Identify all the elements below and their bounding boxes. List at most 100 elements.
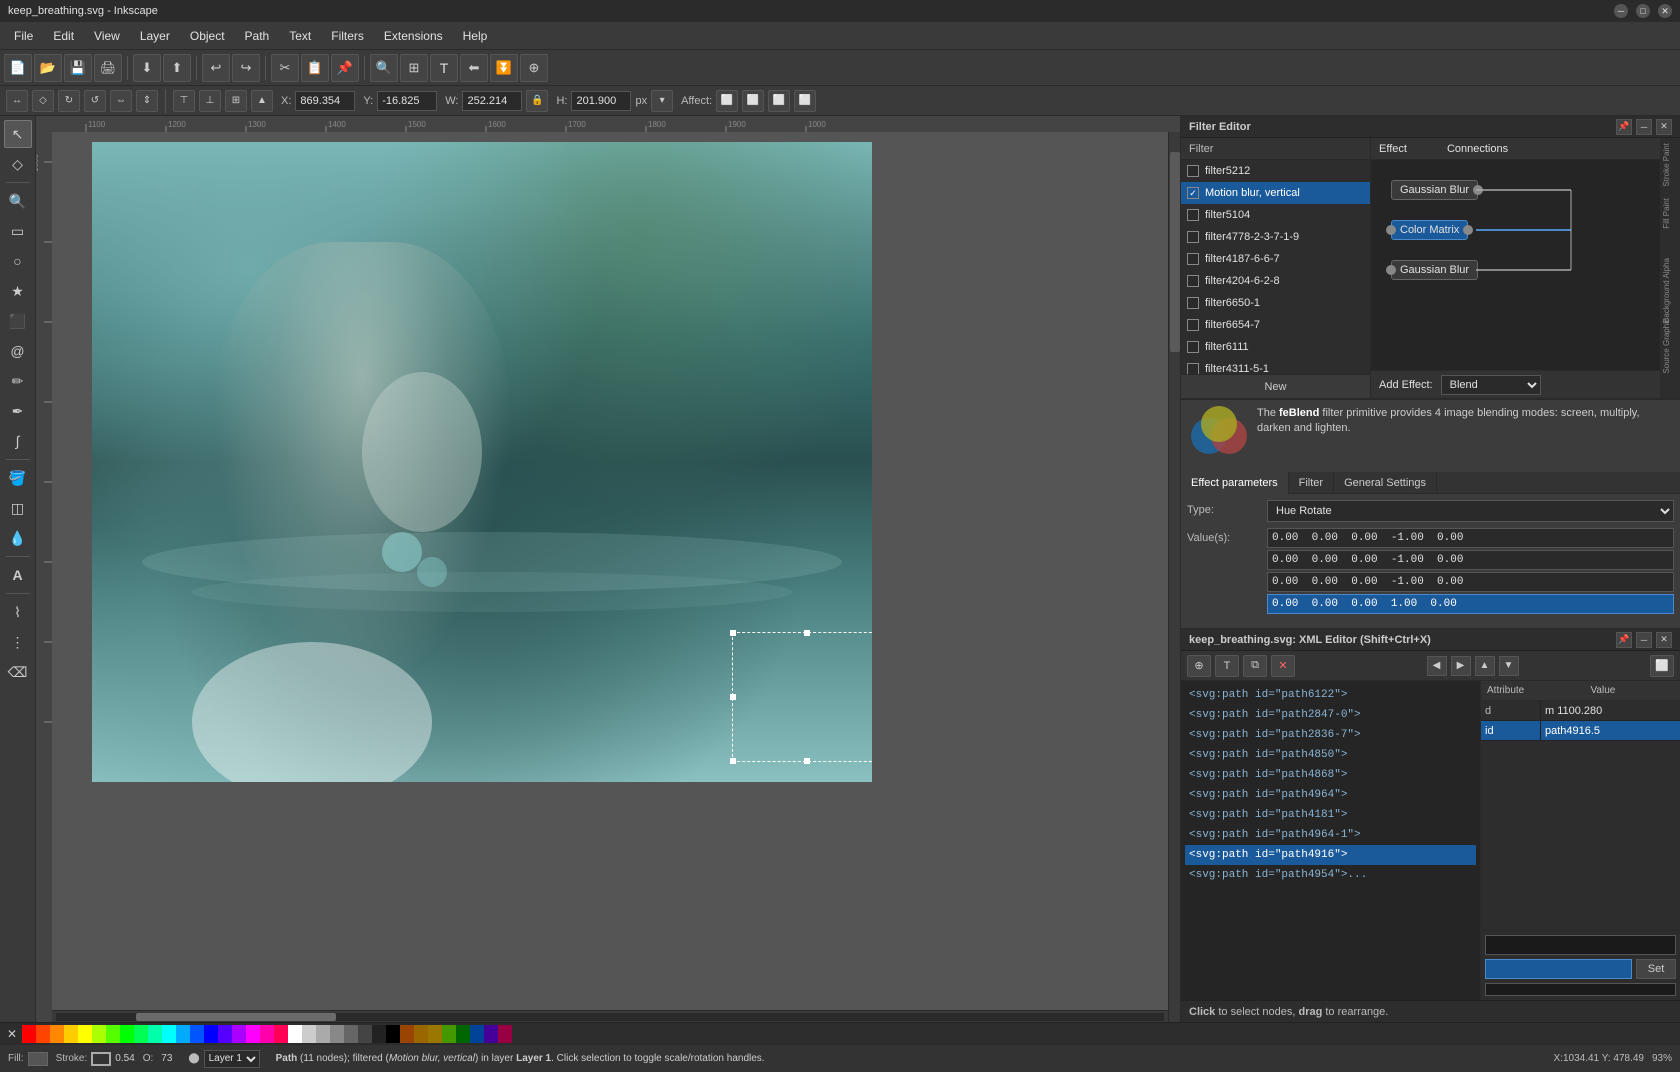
layer-select[interactable]: Layer 1	[204, 1050, 260, 1068]
xml-node[interactable]: <svg:path id="path4181">	[1185, 805, 1476, 825]
h-input[interactable]	[571, 91, 631, 111]
gradient-tool[interactable]: ◫	[4, 494, 32, 522]
palette-swatch[interactable]	[246, 1025, 260, 1043]
xml-delete-btn[interactable]: ✕	[1271, 655, 1295, 677]
palette-swatch[interactable]	[498, 1025, 512, 1043]
align-left-btn[interactable]: ⬅	[460, 54, 488, 82]
affect-btn3[interactable]: ⬜	[768, 90, 790, 112]
menu-filters[interactable]: Filters	[321, 26, 374, 46]
connector-tool[interactable]: ⌇	[4, 598, 32, 626]
filter-list-item[interactable]: filter6654-7	[1181, 314, 1370, 336]
unit-dropdown-btn[interactable]: ▾	[651, 90, 673, 112]
filter-editor-pin[interactable]: 📌	[1616, 119, 1632, 135]
calligraphy-tool[interactable]: ∫	[4, 427, 32, 455]
xml-duplicate-btn[interactable]: ⧉	[1243, 655, 1267, 677]
snap-btn[interactable]: ⊕	[520, 54, 548, 82]
palette-swatch[interactable]	[288, 1025, 302, 1043]
h-scrollbar[interactable]	[52, 1010, 1168, 1022]
xml-node[interactable]: <svg:path id="path4964">	[1185, 785, 1476, 805]
xml-new-text-btn[interactable]: T	[1215, 655, 1239, 677]
xml-text-area[interactable]	[1485, 983, 1676, 996]
rotate-ccw-btn[interactable]: ↺	[84, 90, 106, 112]
effect-node-gaussian2[interactable]: Gaussian Blur	[1391, 260, 1478, 280]
xml-val-input[interactable]	[1485, 959, 1632, 979]
tab-effect-parameters[interactable]: Effect parameters	[1181, 472, 1289, 494]
y-input[interactable]	[377, 91, 437, 111]
h-scroll-track[interactable]	[56, 1013, 1164, 1021]
palette-swatch[interactable]	[470, 1025, 484, 1043]
matrix-row-input[interactable]	[1267, 594, 1674, 614]
menu-edit[interactable]: Edit	[43, 26, 84, 46]
filter-editor-close[interactable]: ✕	[1656, 119, 1672, 135]
x-input[interactable]	[295, 91, 355, 111]
flip-v-btn[interactable]: ⇕	[136, 90, 158, 112]
palette-swatch[interactable]	[36, 1025, 50, 1043]
menu-path[interactable]: Path	[235, 26, 280, 46]
canvas-vscroll[interactable]	[1168, 132, 1180, 1022]
effect-connector-out2[interactable]	[1463, 225, 1473, 235]
type-select[interactable]: Hue Rotate Matrix Saturate Luminance to …	[1267, 500, 1674, 522]
palette-swatch[interactable]	[148, 1025, 162, 1043]
xml-min-btn[interactable]: ─	[1636, 632, 1652, 648]
palette-swatch[interactable]	[232, 1025, 246, 1043]
xml-node[interactable]: <svg:path id="path4850">	[1185, 745, 1476, 765]
palette-swatch[interactable]	[92, 1025, 106, 1043]
palette-swatch[interactable]	[400, 1025, 414, 1043]
lock-ratio-btn[interactable]: 🔒	[526, 90, 548, 112]
filter-checkbox[interactable]	[1187, 363, 1199, 374]
undo-btn[interactable]: ↩	[202, 54, 230, 82]
palette-swatch[interactable]	[204, 1025, 218, 1043]
h-scroll-thumb[interactable]	[136, 1013, 336, 1021]
eraser-tool[interactable]: ⌫	[4, 658, 32, 686]
canvas-viewport[interactable]	[52, 132, 1180, 1022]
canvas-vscroll-thumb[interactable]	[1170, 152, 1180, 352]
minimize-btn[interactable]: ─	[1614, 4, 1628, 18]
xml-attr-input[interactable]	[1485, 935, 1676, 955]
export-btn[interactable]: ⬆	[163, 54, 191, 82]
menu-view[interactable]: View	[84, 26, 130, 46]
menu-file[interactable]: File	[4, 26, 43, 46]
palette-swatch[interactable]	[176, 1025, 190, 1043]
palette-swatch[interactable]	[442, 1025, 456, 1043]
affect-btn2[interactable]: ⬜	[742, 90, 764, 112]
filter-checkbox[interactable]	[1187, 319, 1199, 331]
attr-row[interactable]: dm 1100.280	[1481, 701, 1680, 721]
xml-prev-btn[interactable]: ◀	[1427, 656, 1447, 676]
zoom-tool[interactable]: 🔍	[4, 187, 32, 215]
filter-editor-min[interactable]: ─	[1636, 119, 1652, 135]
filter-list-item[interactable]: filter6111	[1181, 336, 1370, 358]
center-v-btn[interactable]: ⊞	[225, 90, 247, 112]
rect-tool[interactable]: ▭	[4, 217, 32, 245]
open-btn[interactable]: 📂	[34, 54, 62, 82]
filter-checkbox[interactable]	[1187, 253, 1199, 265]
filter-list-item[interactable]: filter4204-6-2-8	[1181, 270, 1370, 292]
effect-connector-out1[interactable]	[1473, 185, 1483, 195]
palette-swatch[interactable]	[428, 1025, 442, 1043]
copy-btn[interactable]: 📋	[301, 54, 329, 82]
palette-swatch[interactable]	[50, 1025, 64, 1043]
palette-swatch[interactable]	[218, 1025, 232, 1043]
xml-node[interactable]: <svg:path id="path2836-7">	[1185, 725, 1476, 745]
3d-box-tool[interactable]: ⬛	[4, 307, 32, 335]
transform-mode-btn[interactable]: ↔	[6, 90, 28, 112]
no-color-btn[interactable]: ✕	[2, 1025, 22, 1043]
filter-list-item[interactable]: filter5212	[1181, 160, 1370, 182]
palette-swatch[interactable]	[302, 1025, 316, 1043]
pen-tool[interactable]: ✒	[4, 397, 32, 425]
dropper-tool[interactable]: 💧	[4, 524, 32, 552]
palette-swatch[interactable]	[456, 1025, 470, 1043]
palette-swatch[interactable]	[372, 1025, 386, 1043]
fill-swatch[interactable]	[28, 1052, 48, 1066]
filter-new-button[interactable]: New	[1181, 374, 1370, 398]
stroke-swatch[interactable]	[91, 1052, 111, 1066]
xml-close-btn[interactable]: ✕	[1656, 632, 1672, 648]
xml-node[interactable]: <svg:path id="path4868">	[1185, 765, 1476, 785]
palette-swatch[interactable]	[330, 1025, 344, 1043]
filter-list[interactable]: filter5212✓Motion blur, verticalfilter51…	[1181, 160, 1370, 374]
new-btn[interactable]: 📄	[4, 54, 32, 82]
palette-swatch[interactable]	[120, 1025, 134, 1043]
attr-row[interactable]: idpath4916.5	[1481, 721, 1680, 741]
filter-checkbox[interactable]	[1187, 209, 1199, 221]
filter-checkbox[interactable]	[1187, 165, 1199, 177]
palette-swatch[interactable]	[414, 1025, 428, 1043]
